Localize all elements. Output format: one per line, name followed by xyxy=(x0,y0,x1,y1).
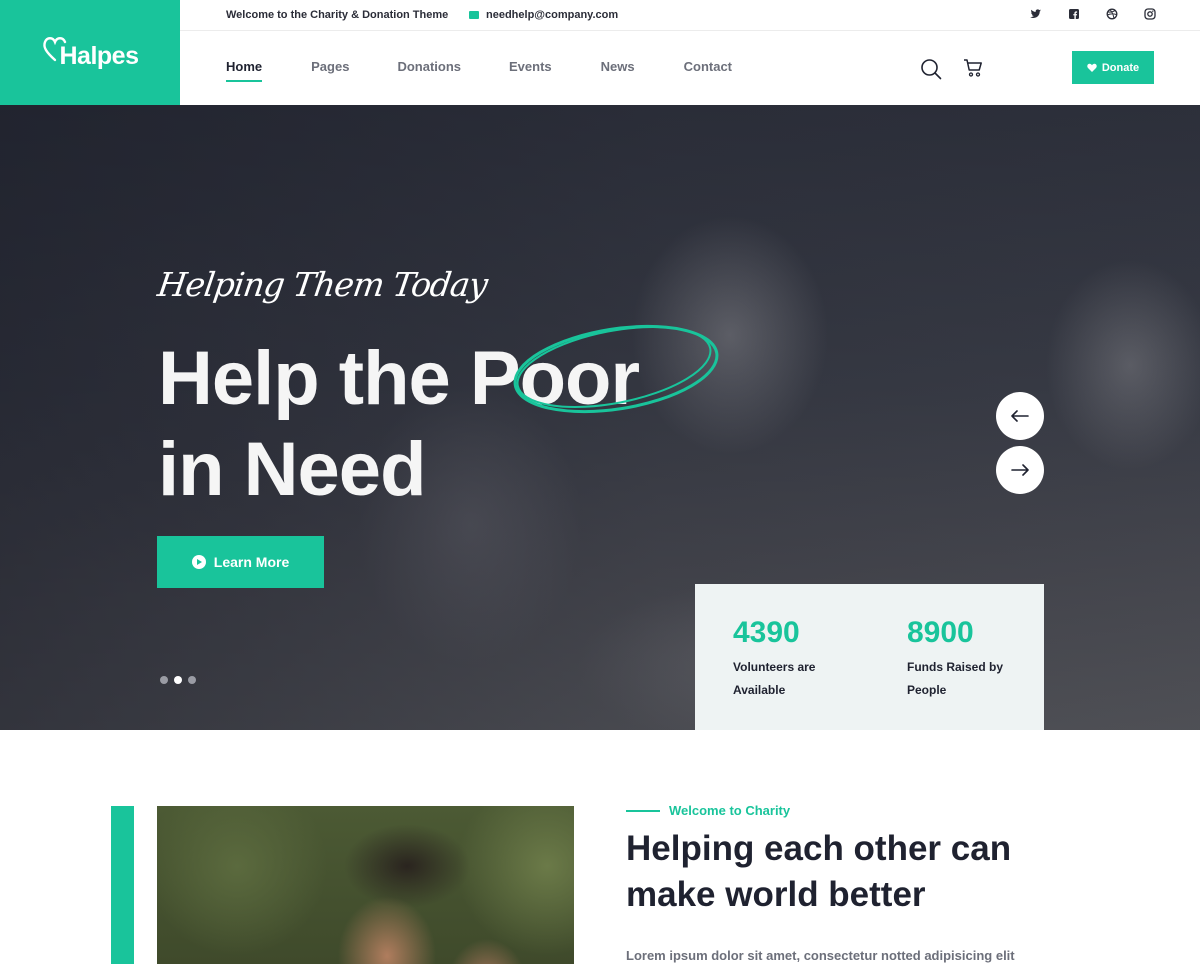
nav-item-donations[interactable]: Donations xyxy=(397,59,461,74)
section-kicker: Welcome to Charity xyxy=(626,803,790,818)
hero-title-line2: in Need xyxy=(158,427,426,512)
search-icon[interactable] xyxy=(920,58,942,80)
instagram-icon[interactable] xyxy=(1144,8,1156,20)
learn-more-button[interactable]: Learn More xyxy=(157,536,324,588)
stat-label: Funds Raised by People xyxy=(907,660,1004,697)
hero-title-part-a: Help the xyxy=(158,336,470,421)
stat-label: Volunteers are Available xyxy=(733,660,816,697)
slider-dot-3[interactable] xyxy=(188,676,196,684)
slider-dot-1[interactable] xyxy=(160,676,168,684)
contact-email[interactable]: needhelp@company.com xyxy=(469,9,618,21)
stat-funds: 8900 Funds Raised by People xyxy=(907,616,1017,702)
slider-dots xyxy=(160,676,196,684)
twitter-icon[interactable] xyxy=(1030,8,1042,20)
main-nav: Home Pages Donations Events News Contact xyxy=(226,59,732,82)
arrow-circle-icon xyxy=(191,555,206,569)
slider-prev-button[interactable] xyxy=(996,392,1044,440)
arrow-right-icon xyxy=(1011,464,1029,476)
nav-item-pages[interactable]: Pages xyxy=(311,59,349,74)
hero-script-title: Helping Them Today xyxy=(155,265,490,304)
brand-name: Halpes xyxy=(59,42,139,70)
nav-item-events[interactable]: Events xyxy=(509,59,552,74)
slider-dot-2[interactable] xyxy=(174,676,182,684)
donate-button[interactable]: Donate xyxy=(1072,51,1154,84)
dribbble-icon[interactable] xyxy=(1106,8,1118,20)
envelope-icon xyxy=(469,11,479,19)
stat-value: 4390 xyxy=(733,616,800,649)
stat-volunteers: 4390 Volunteers are Available xyxy=(733,616,843,702)
facebook-icon[interactable] xyxy=(1068,8,1080,20)
cart-icon[interactable] xyxy=(963,58,983,78)
section-text: Lorem ipsum dolor sit amet, consectetur … xyxy=(626,948,1015,963)
learn-more-label: Learn More xyxy=(213,554,290,570)
nav-item-news[interactable]: News xyxy=(601,59,635,74)
nav-icons xyxy=(920,58,983,80)
social-links xyxy=(1030,8,1156,20)
email-text: needhelp@company.com xyxy=(486,9,619,21)
section-title: Helping each other can make world better xyxy=(626,829,1012,914)
heart-logo-icon xyxy=(43,37,67,62)
nav-item-contact[interactable]: Contact xyxy=(684,59,732,74)
slider-next-button[interactable] xyxy=(996,446,1044,494)
welcome-text: Welcome to the Charity & Donation Theme xyxy=(226,9,449,21)
children-photo xyxy=(157,806,574,964)
hero-slider: Helping Them Today Help the Poor in Need… xyxy=(0,105,1200,730)
stats-box: 4390 Volunteers are Available 8900 Funds… xyxy=(695,584,1044,730)
main-navbar: Home Pages Donations Events News Contact… xyxy=(180,31,1200,105)
stat-value: 8900 xyxy=(907,616,974,649)
donate-label: Donate xyxy=(1101,61,1140,74)
topbar: Welcome to the Charity & Donation Theme … xyxy=(180,0,1200,31)
scribble-circle-decoration xyxy=(513,324,719,414)
arrow-left-icon xyxy=(1011,410,1029,422)
accent-bar xyxy=(111,806,134,964)
logo[interactable]: Halpes xyxy=(0,0,180,105)
heart-icon xyxy=(1087,63,1097,72)
nav-item-home[interactable]: Home xyxy=(226,59,263,82)
